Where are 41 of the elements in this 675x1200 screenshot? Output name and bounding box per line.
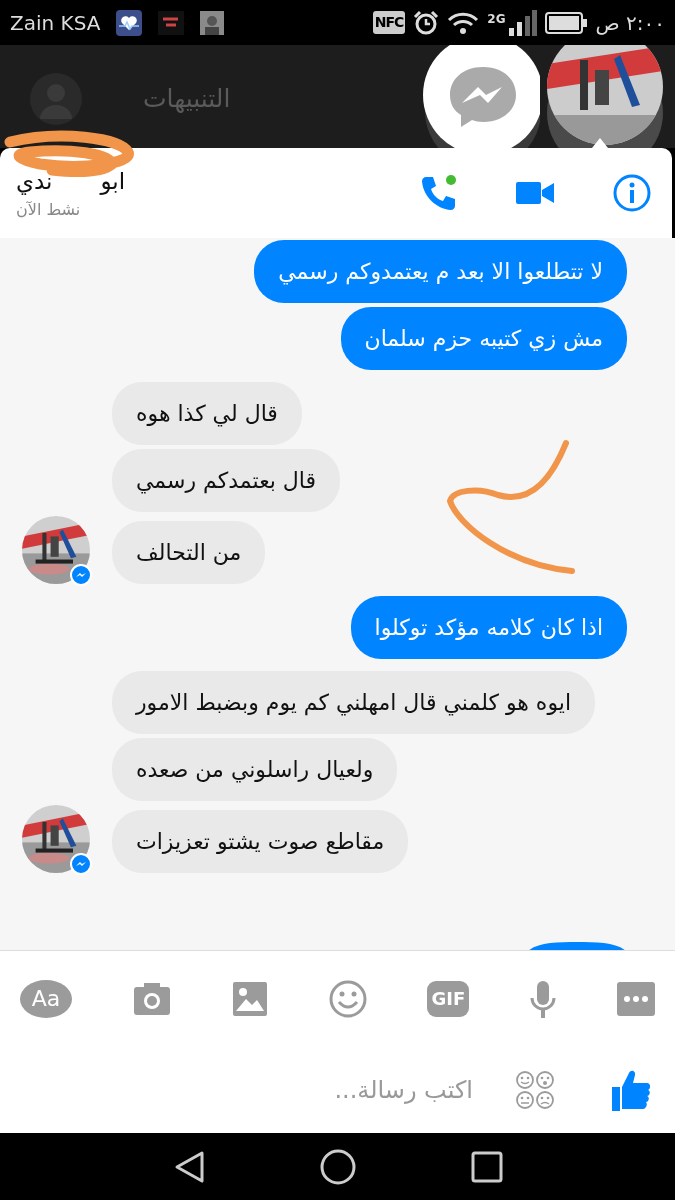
message-bubble: اذا كان كلامه مؤكد توكلوا (350, 596, 627, 659)
message-input[interactable]: اكتب رسالة... (215, 1071, 475, 1109)
thumbs-up-icon[interactable] (611, 1069, 651, 1111)
messenger-badge-icon (70, 853, 92, 875)
smiley-icon[interactable] (327, 978, 368, 1019)
microphone-icon[interactable] (529, 979, 558, 1018)
network-type: 2G (487, 10, 506, 28)
notification-title: التنبيهات (143, 83, 231, 115)
info-icon[interactable] (612, 173, 652, 213)
profile-avatar (30, 73, 82, 125)
message-bubble: مقاطع صوت يشتو تعزيزات (112, 810, 409, 873)
clock-time: ٢:٠٠ ص (595, 9, 665, 37)
message-bubble: من التحالف (112, 521, 266, 584)
battery-icon (545, 11, 588, 34)
messenger-badge-icon (70, 564, 92, 586)
home-icon[interactable] (319, 1148, 356, 1185)
image-icon[interactable] (231, 980, 268, 1017)
active-status: نشط الآن (16, 199, 82, 222)
message-bubble: ايوه هو كلمني قال امهلني كم يوم وبضبط الامور (112, 671, 595, 734)
font-style-button[interactable]: Aa (20, 979, 73, 1018)
alarm-clock-icon (413, 9, 440, 36)
nfc-icon: NFC (372, 11, 406, 34)
message-bubble: ولعيال راسلوني من صعده (112, 738, 398, 801)
health-app-icon (116, 9, 143, 36)
carrier-name: Zain KSA (10, 9, 101, 37)
contact-name: ابو (100, 166, 126, 197)
wifi-icon (447, 10, 480, 35)
gif-button[interactable]: GIF (427, 980, 470, 1017)
video-call-icon[interactable] (516, 180, 554, 206)
photo-notification-icon (200, 10, 225, 35)
camera-icon[interactable] (131, 980, 172, 1017)
message-bubble: قال لي كذا هوه (112, 382, 302, 445)
more-icon[interactable] (617, 981, 655, 1016)
message-bubble: مش زي كتيبه حزم سلمان (340, 307, 627, 370)
contact-name: ندي (16, 166, 53, 197)
message-bubble: لا تتطلعوا الا بعد م يعتمدوكم رسمي (254, 240, 627, 303)
reactions-icon[interactable] (515, 1070, 555, 1110)
recent-apps-icon[interactable] (470, 1150, 503, 1183)
message-bubble: قال بعتمدكم رسمي (112, 449, 341, 512)
signal-icon (509, 9, 538, 36)
app-notification-icon (158, 10, 185, 35)
